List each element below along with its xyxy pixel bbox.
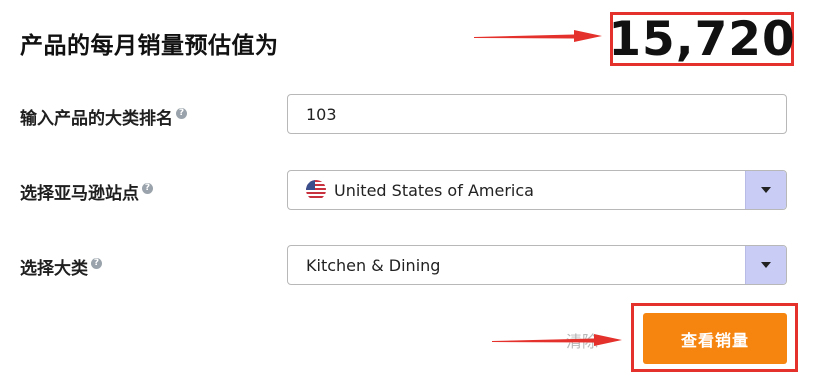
category-select[interactable]: Kitchen & Dining — [287, 245, 787, 285]
site-select[interactable]: United States of America — [287, 170, 787, 210]
help-icon[interactable]: ? — [176, 108, 187, 119]
site-select-text: United States of America — [334, 180, 534, 200]
category-select-value: Kitchen & Dining — [306, 246, 440, 284]
chevron-down-icon — [761, 187, 771, 193]
category-label-text: 选择大类 — [20, 259, 88, 279]
category-select-text: Kitchen & Dining — [306, 255, 441, 275]
annotation-arrow-icon — [474, 30, 602, 42]
result-highlight-box: 15,720 — [608, 11, 796, 67]
us-flag-icon — [306, 180, 326, 200]
site-label-text: 选择亚马逊站点 — [20, 184, 139, 204]
category-dropdown-toggle[interactable] — [745, 246, 786, 284]
help-icon[interactable]: ? — [91, 258, 102, 269]
site-select-value: United States of America — [306, 171, 534, 209]
rank-input[interactable] — [288, 95, 786, 133]
site-dropdown-toggle[interactable] — [745, 171, 786, 209]
monthly-sales-estimate: 15,720 — [608, 11, 796, 67]
rank-label: 输入产品的大类排名 ? — [20, 104, 187, 129]
rank-label-text: 输入产品的大类排名 — [20, 109, 173, 129]
site-label: 选择亚马逊站点 ? — [20, 179, 153, 204]
help-icon[interactable]: ? — [142, 183, 153, 194]
page-title: 产品的每月销量预估值为 — [20, 33, 279, 59]
view-sales-button[interactable]: 查看销量 — [643, 313, 787, 364]
chevron-down-icon — [761, 262, 771, 268]
annotation-arrow-icon — [492, 334, 622, 346]
category-label: 选择大类 ? — [20, 254, 102, 279]
rank-input-wrapper — [287, 94, 787, 134]
